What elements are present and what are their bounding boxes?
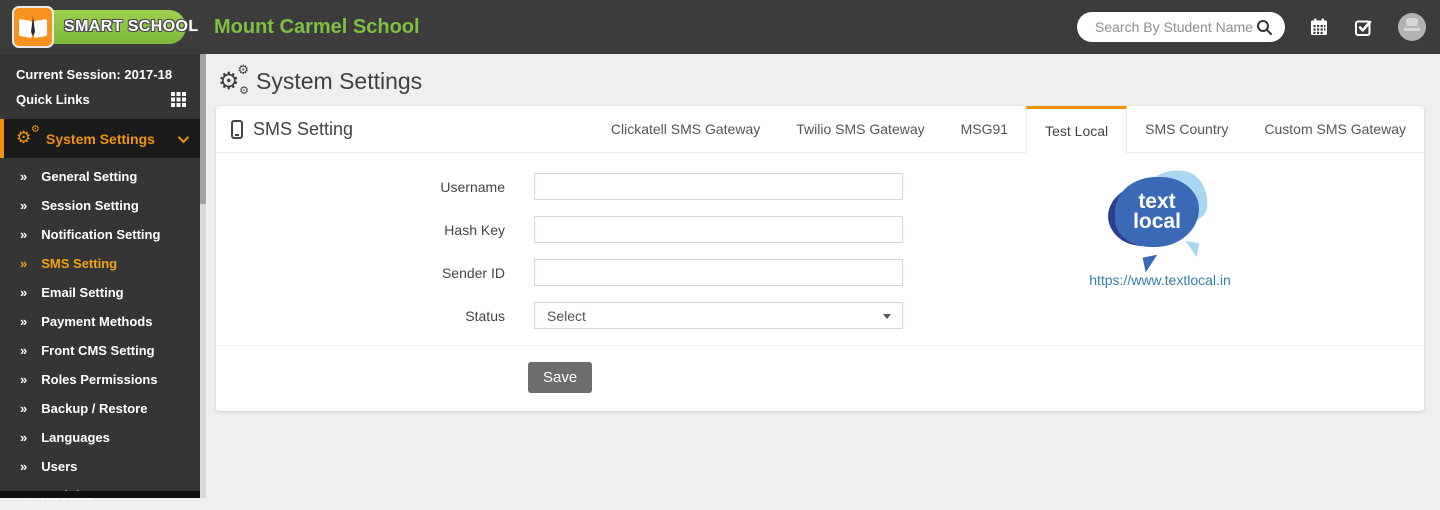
card-title: SMS Setting [231,106,353,152]
chevron-double-icon: » [20,372,27,387]
save-button[interactable]: Save [528,362,592,393]
sidebar-parent-label: System Settings [46,131,155,147]
chevron-double-icon: » [20,285,27,300]
user-avatar[interactable] [1398,13,1426,41]
tab-test-local[interactable]: Test Local [1026,106,1127,153]
gears-icon: ⚙ ⚙ ⚙ [218,67,252,95]
hash-key-label: Hash Key [216,222,505,238]
tab-sms-country[interactable]: SMS Country [1127,106,1246,152]
sidebar-item-label: General Setting [41,169,137,184]
sidebar-item-users[interactable]: » Users [0,452,200,481]
sidebar-item-payment-methods[interactable]: » Payment Methods [0,307,200,336]
chevron-double-icon: » [20,314,27,329]
school-name-title: Mount Carmel School [214,16,420,39]
hash-key-field[interactable] [534,216,903,243]
chevron-double-icon: » [20,227,27,242]
tab-twilio-sms-gateway[interactable]: Twilio SMS Gateway [778,106,942,152]
mobile-phone-icon [231,120,243,139]
student-search-box [1077,12,1285,42]
card-body: Username Hash Key Sender ID Status Selec… [216,153,1424,329]
chevron-double-icon: » [20,401,27,416]
username-label: Username [216,179,505,195]
textlocal-logo: text local [1108,170,1212,262]
textlocal-provider-block: text local https://www.textlocal.in [1078,170,1242,290]
sidebar-item-languages[interactable]: » Languages [0,423,200,452]
card-title-text: SMS Setting [253,119,353,140]
username-field[interactable] [534,173,903,200]
card-header: SMS Setting Clickatell SMS Gateway Twili… [216,106,1424,153]
tab-msg91[interactable]: MSG91 [943,106,1026,152]
sidebar-item-label: Notification Setting [41,227,160,242]
sidebar-item-label: Languages [41,430,110,445]
system-settings-submenu: » General Setting » Session Setting » No… [0,162,200,510]
page-title: System Settings [256,68,422,95]
quick-links-label: Quick Links [16,92,90,107]
textlocal-logo-word1: text [1138,192,1175,212]
sender-id-field[interactable] [534,259,903,286]
sidebar-item-label: SMS Setting [41,256,117,271]
search-input[interactable] [1093,18,1256,36]
sidebar-item-email-setting[interactable]: » Email Setting [0,278,200,307]
card-footer: Save [216,345,1424,411]
chevron-double-icon: » [20,459,27,474]
sidebar-item-backup-restore[interactable]: » Backup / Restore [0,394,200,423]
calendar-icon[interactable] [1309,17,1329,37]
tab-clickatell-sms-gateway[interactable]: Clickatell SMS Gateway [593,106,778,152]
top-header-bar: SMART SCHOOL Mount Carmel School [0,0,1440,54]
sms-gateway-tabs: Clickatell SMS Gateway Twilio SMS Gatewa… [593,106,1424,152]
sidebar-item-label: Roles Permissions [41,372,157,387]
chevron-double-icon: » [20,169,27,184]
textlocal-logo-word2: local [1133,212,1181,232]
sidebar-bottom-divider [0,491,200,498]
form-row-status: Status Select [216,302,1424,329]
tasks-check-icon[interactable] [1353,17,1374,38]
page-title-row: ⚙ ⚙ ⚙ System Settings [206,54,1440,106]
current-session-label: Current Session: 2017-18 [0,54,200,82]
sidebar-item-general-setting[interactable]: » General Setting [0,162,200,191]
sidebar-item-session-setting[interactable]: » Session Setting [0,191,200,220]
chevron-double-icon: » [20,256,27,271]
smart-school-logo[interactable]: SMART SCHOOL [12,6,188,48]
tab-custom-sms-gateway[interactable]: Custom SMS Gateway [1246,106,1424,152]
sidebar-item-roles-permissions[interactable]: » Roles Permissions [0,365,200,394]
gears-icon: ⚙ ⚙ [16,129,40,149]
chevron-double-icon: » [20,198,27,213]
sidebar-item-notification-setting[interactable]: » Notification Setting [0,220,200,249]
chevron-down-icon [178,131,189,142]
sidebar-item-front-cms-setting[interactable]: » Front CMS Setting [0,336,200,365]
open-book-icon [12,6,54,48]
sidebar-item-sms-setting[interactable]: » SMS Setting [0,249,200,278]
textlocal-link[interactable]: https://www.textlocal.in [1089,272,1231,288]
form-row-hash-key: Hash Key [216,216,1424,243]
sidebar-item-label: Front CMS Setting [41,343,154,358]
quick-links[interactable]: Quick Links [0,82,200,107]
form-row-sender-id: Sender ID [216,259,1424,286]
sidebar-item-label: Payment Methods [41,314,152,329]
sms-setting-card: SMS Setting Clickatell SMS Gateway Twili… [216,106,1424,411]
sidebar-item-system-settings[interactable]: ⚙ ⚙ System Settings [0,119,200,158]
status-label: Status [216,308,505,324]
logo-text: SMART SCHOOL [64,18,199,36]
sidebar-item-label: Users [41,459,77,474]
sidebar-item-label: Email Setting [41,285,123,300]
header-actions [1077,12,1440,42]
main-content: ⚙ ⚙ ⚙ System Settings SMS Setting Clicka… [206,54,1440,498]
status-select[interactable]: Select [534,302,903,329]
chevron-double-icon: » [20,343,27,358]
caret-down-icon [883,314,891,319]
sidebar-item-label: Backup / Restore [41,401,147,416]
grid-icon[interactable] [171,92,186,107]
form-row-username: Username [216,173,1424,200]
chevron-double-icon: » [20,430,27,445]
status-select-value: Select [547,308,586,324]
search-icon[interactable] [1256,19,1273,36]
sender-id-label: Sender ID [216,265,505,281]
sidebar-item-label: Session Setting [41,198,139,213]
app-logo-area: SMART SCHOOL [0,6,200,48]
left-sidebar: Current Session: 2017-18 Quick Links ⚙ ⚙… [0,54,200,498]
